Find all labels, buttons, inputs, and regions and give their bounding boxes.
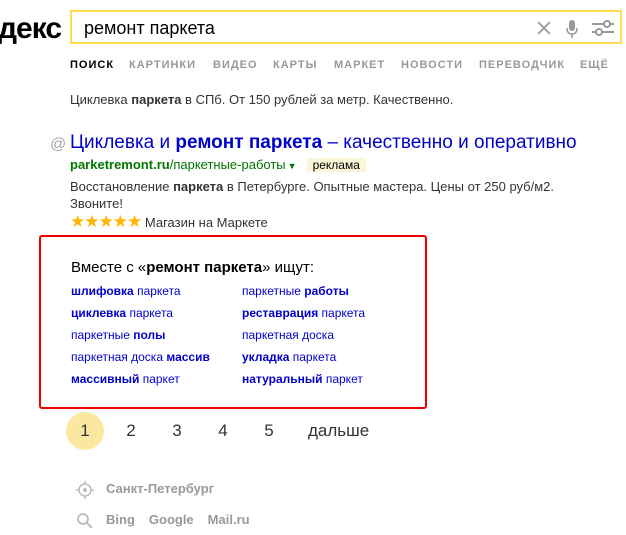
yandex-logo[interactable]: декс	[0, 12, 62, 46]
tab-video[interactable]: ВИДЕО	[213, 59, 258, 71]
engine-google-link[interactable]: Google	[149, 512, 194, 527]
related-link[interactable]: шлифовка паркета	[71, 284, 181, 298]
tab-search[interactable]: ПОИСК	[70, 59, 114, 71]
engine-bing-link[interactable]: Bing	[106, 512, 135, 527]
page-5-link[interactable]: 5	[250, 412, 288, 450]
star-icon: ★	[112, 212, 128, 231]
related-link[interactable]: реставрация паркета	[242, 306, 365, 320]
region-link[interactable]: Санкт-Петербург	[106, 481, 214, 496]
tab-translator[interactable]: ПЕРЕВОДЧИК	[479, 59, 565, 71]
result-snippet: Восстановление паркета в Петербурге. Опы…	[70, 179, 555, 211]
star-icon: ★	[98, 212, 114, 231]
tab-news[interactable]: НОВОСТИ	[401, 59, 463, 71]
previous-result-snippet: Циклевка паркета в СПб. От 150 рублей за…	[70, 92, 454, 107]
favicon-icon: @	[50, 136, 67, 153]
search-box[interactable]: ремонт паркета	[70, 10, 622, 44]
related-link[interactable]: паркетные полы	[71, 328, 165, 342]
star-icon: ★	[127, 212, 142, 231]
ad-badge: реклама	[306, 158, 366, 172]
related-link[interactable]: циклевка паркета	[71, 306, 173, 320]
tab-maps[interactable]: КАРТЫ	[273, 59, 317, 71]
related-link[interactable]: натуральный паркет	[242, 372, 363, 386]
related-searches-title: Вместе с «ремонт паркета» ищут:	[71, 259, 315, 276]
star-icon: ★	[70, 212, 85, 231]
dropdown-triangle-icon[interactable]: ▼	[288, 161, 297, 171]
microphone-icon[interactable]	[566, 20, 578, 43]
star-icon: ★	[84, 212, 99, 231]
page-2-link[interactable]: 2	[112, 412, 150, 450]
settings-sliders-icon[interactable]	[592, 19, 614, 42]
page-1-current: 1	[66, 412, 104, 450]
related-link[interactable]: массивный паркет	[71, 372, 180, 386]
clear-icon[interactable]	[536, 20, 552, 41]
related-link[interactable]: паркетные работы	[242, 284, 349, 298]
result-title-link[interactable]: Циклевка и ремонт паркета – качественно …	[70, 132, 577, 154]
related-searches-box: Вместе с «ремонт паркета» ищут: шлифовка…	[39, 235, 427, 409]
other-engines-row: Bing Google Mail.ru	[76, 512, 264, 530]
related-link[interactable]: паркетная доска массив	[71, 350, 210, 364]
engine-mailru-link[interactable]: Mail.ru	[208, 512, 250, 527]
page-4-link[interactable]: 4	[204, 412, 242, 450]
market-label[interactable]: Магазин на Маркете	[145, 215, 268, 230]
rating[interactable]: ★★★★★ Магазин на Маркете	[70, 212, 268, 232]
related-link[interactable]: паркетная доска	[242, 328, 334, 342]
result-url[interactable]: parketremont.ru/паркетные-работы ▼ реклама	[70, 157, 366, 172]
related-link[interactable]: укладка паркета	[242, 350, 336, 364]
tab-market[interactable]: МАРКЕТ	[334, 59, 385, 71]
next-page-link[interactable]: дальше	[308, 412, 369, 450]
search-input[interactable]: ремонт паркета	[84, 18, 215, 39]
tab-images[interactable]: КАРТИНКИ	[129, 59, 196, 71]
region-row: Санкт-Петербург	[76, 481, 228, 499]
location-crosshair-icon	[76, 481, 94, 499]
search-icon	[77, 513, 93, 529]
tab-more[interactable]: ЕЩЁ	[580, 59, 609, 71]
page-3-link[interactable]: 3	[158, 412, 196, 450]
